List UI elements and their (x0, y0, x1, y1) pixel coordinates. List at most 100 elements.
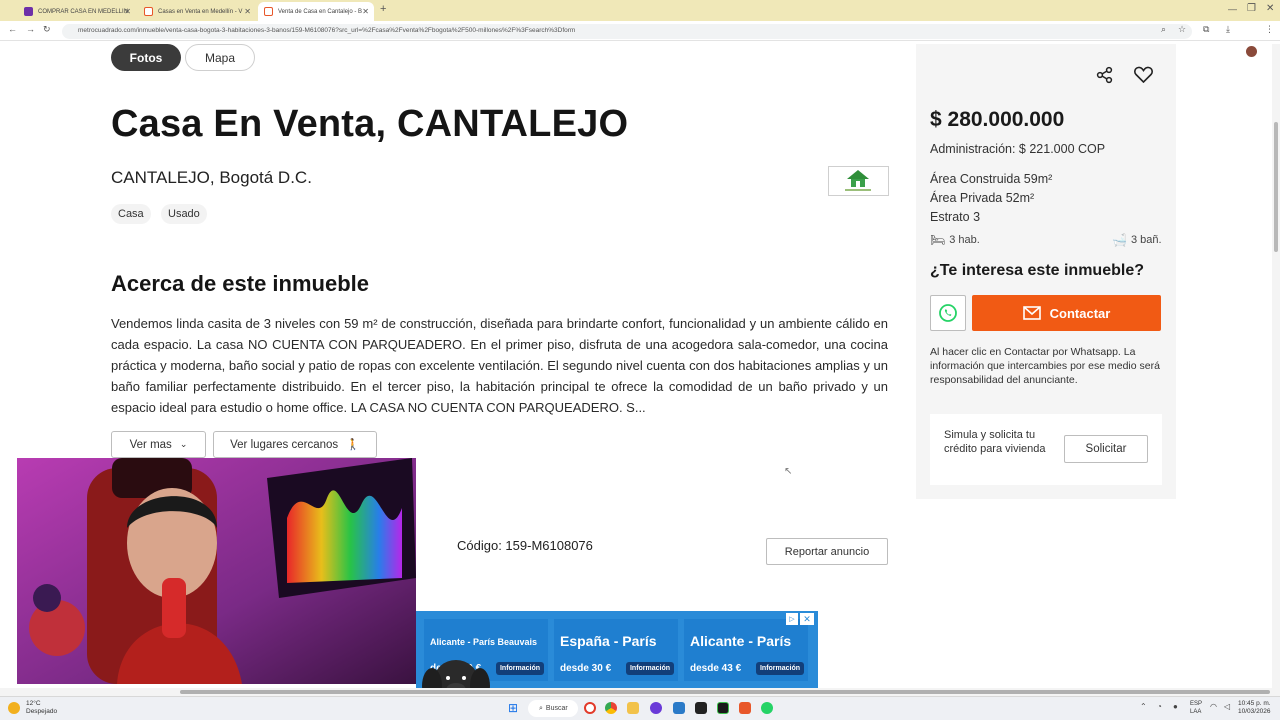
zoom-icon[interactable]: ⌕ (1161, 24, 1166, 35)
webcam-image (17, 458, 416, 684)
chrome-icon[interactable] (605, 702, 617, 714)
discord-icon[interactable] (650, 702, 662, 714)
tag-property-type: Casa (111, 204, 151, 224)
system-clock[interactable]: 10:45 p. m. 10/03/2026 (1238, 700, 1271, 716)
tab-label: COMPRAR CASA EN MEDELLIN (38, 8, 129, 15)
whatsapp-icon (939, 304, 957, 322)
horizontal-scrollbar[interactable] (0, 688, 1280, 696)
clock-date: 10/03/2026 (1238, 708, 1271, 715)
vertical-scrollbar[interactable] (1272, 44, 1280, 688)
contact-disclaimer: Al hacer clic en Contactar por Whatsapp.… (930, 346, 1160, 386)
file-explorer-icon[interactable] (627, 702, 639, 714)
agency-logo[interactable] (828, 166, 889, 196)
browser-tab-1[interactable]: COMPRAR CASA EN MEDELLIN ✕ (18, 2, 136, 21)
volume-icon[interactable]: ◁ (1224, 702, 1230, 711)
temperature: 12°C (26, 700, 41, 707)
ad-info-button[interactable]: Información (626, 662, 674, 675)
weather-condition: Despejado (26, 708, 58, 715)
credit-text: Simula y solicita tu crédito para vivien… (944, 429, 1046, 455)
browser-tab-2[interactable]: Casas en Venta en Medellín - V ✕ (138, 2, 256, 21)
house-logo-icon (845, 170, 871, 191)
brave-icon[interactable] (739, 702, 751, 714)
extensions-icon[interactable]: ⧉ (1203, 24, 1209, 35)
close-window-icon[interactable]: ✕ (1266, 3, 1274, 14)
taskbar-search[interactable]: ⌕ Buscar (528, 700, 578, 717)
windows-start-icon[interactable]: ⊞ (508, 701, 518, 715)
ver-lugares-cercanos-button[interactable]: Ver lugares cercanos 🚶 (213, 431, 377, 458)
tray-chevron-icon[interactable]: ⌃ (1140, 702, 1147, 711)
keyboard-language[interactable]: ESP LAA (1190, 700, 1202, 716)
ver-lugares-label: Ver lugares cercanos (230, 438, 339, 451)
back-icon[interactable]: ← (8, 24, 17, 34)
app-icon[interactable] (673, 702, 685, 714)
opera-icon[interactable] (584, 702, 596, 714)
weather-widget[interactable]: 12°C Despejado (26, 700, 57, 716)
bathtub-icon: 🛁 (1112, 233, 1127, 247)
tab-mapa[interactable]: Mapa (185, 44, 255, 71)
report-listing-button[interactable]: Reportar anuncio (766, 538, 888, 565)
ad-price: desde 30 € (560, 663, 612, 674)
tab-fotos[interactable]: Fotos (111, 44, 181, 71)
url-text: metrocuadrado.com/inmueble/venta-casa-bo… (78, 27, 576, 34)
bathrooms-count: 3 bañ. (1130, 234, 1162, 246)
solicitar-button[interactable]: Solicitar (1064, 435, 1148, 463)
network-icon[interactable]: ◔ (1157, 702, 1162, 711)
webcam-overlay (17, 458, 416, 684)
area-privada: Área Privada 52m² (930, 191, 1035, 205)
favorite-heart-icon[interactable] (1134, 66, 1153, 88)
bookmark-star-icon[interactable]: ☆ (1178, 24, 1186, 35)
ad-info-button[interactable]: Información (496, 662, 544, 675)
ad-price: desde 43 € (690, 663, 742, 674)
scroll-thumb[interactable] (1274, 122, 1278, 252)
url-bar[interactable]: metrocuadrado.com/inmueble/venta-casa-bo… (62, 24, 1192, 39)
whatsapp-button[interactable] (930, 295, 966, 331)
close-tab-icon[interactable]: ✕ (362, 7, 369, 16)
contactar-label: Contactar (1049, 305, 1111, 321)
ad-route: Alicante - París (690, 633, 792, 649)
profile-avatar[interactable] (1246, 46, 1257, 57)
taskbar: 12°C Despejado ⊞ ⌕ Buscar ⌃ ◔ ● ESP LAA … (0, 696, 1280, 720)
walking-person-icon: 🚶 (346, 439, 360, 451)
weather-sun-icon[interactable] (8, 702, 20, 714)
microphone-icon[interactable]: ● (1173, 702, 1178, 711)
close-tab-icon[interactable]: ✕ (124, 7, 131, 16)
new-tab-button[interactable]: + (380, 3, 386, 15)
ad-close-icon[interactable]: ✕ (800, 613, 814, 625)
terminal-icon[interactable] (717, 702, 729, 714)
bed-icon: 🛏 (930, 233, 946, 247)
ad-route: Alicante - París Beauvais (430, 637, 538, 647)
listing-title: Casa En Venta, CANTALEJO (111, 103, 629, 145)
listing-description: Vendemos linda casita de 3 niveles con 5… (111, 316, 888, 415)
contactar-button[interactable]: Contactar (972, 295, 1161, 331)
close-tab-icon[interactable]: ✕ (244, 7, 251, 16)
listing-price: $ 280.000.000 (930, 108, 1065, 131)
reload-icon[interactable]: ↻ (43, 24, 51, 35)
ad-info-button[interactable]: Información (756, 662, 804, 675)
ad-card[interactable]: Alicante - París desde 43 € Información (684, 619, 808, 681)
ad-choices-icon[interactable]: ▷ (786, 613, 798, 625)
estrato: Estrato 3 (930, 210, 981, 224)
tab-label: Venta de Casa en Cantalejo - B (278, 8, 363, 15)
credit-simulation-box: Simula y solicita tu crédito para vivien… (930, 414, 1162, 485)
browser-tab-3-active[interactable]: Venta de Casa en Cantalejo - B ✕ (258, 2, 374, 21)
whatsapp-taskbar-icon[interactable] (761, 702, 773, 714)
forward-icon[interactable]: → (26, 24, 35, 34)
wifi-icon[interactable]: ◠ (1210, 702, 1217, 711)
minimize-icon[interactable]: — (1228, 4, 1237, 14)
ad-route: España - París (560, 633, 657, 649)
ver-mas-button[interactable]: Ver mas ⌄ (111, 431, 206, 458)
ad-card[interactable]: España - París desde 30 € Información (554, 619, 678, 681)
obs-icon[interactable] (695, 702, 707, 714)
scroll-thumb[interactable] (180, 690, 1270, 694)
chevron-down-icon: ⌄ (179, 439, 188, 449)
bathrooms-info: 🛁 3 bañ. (1112, 233, 1162, 247)
about-heading: Acerca de este inmueble (111, 271, 370, 296)
downloads-icon[interactable]: ⤓ (1226, 24, 1230, 35)
maximize-icon[interactable]: ❐ (1247, 3, 1256, 14)
lang-bottom: LAA (1190, 709, 1202, 715)
site-favicon-icon (264, 7, 273, 16)
listing-location: CANTALEJO, Bogotá D.C. (111, 168, 312, 187)
site-favicon-icon (24, 7, 33, 16)
share-icon[interactable] (1096, 66, 1114, 89)
browser-menu-icon[interactable]: ⋮ (1265, 24, 1274, 35)
